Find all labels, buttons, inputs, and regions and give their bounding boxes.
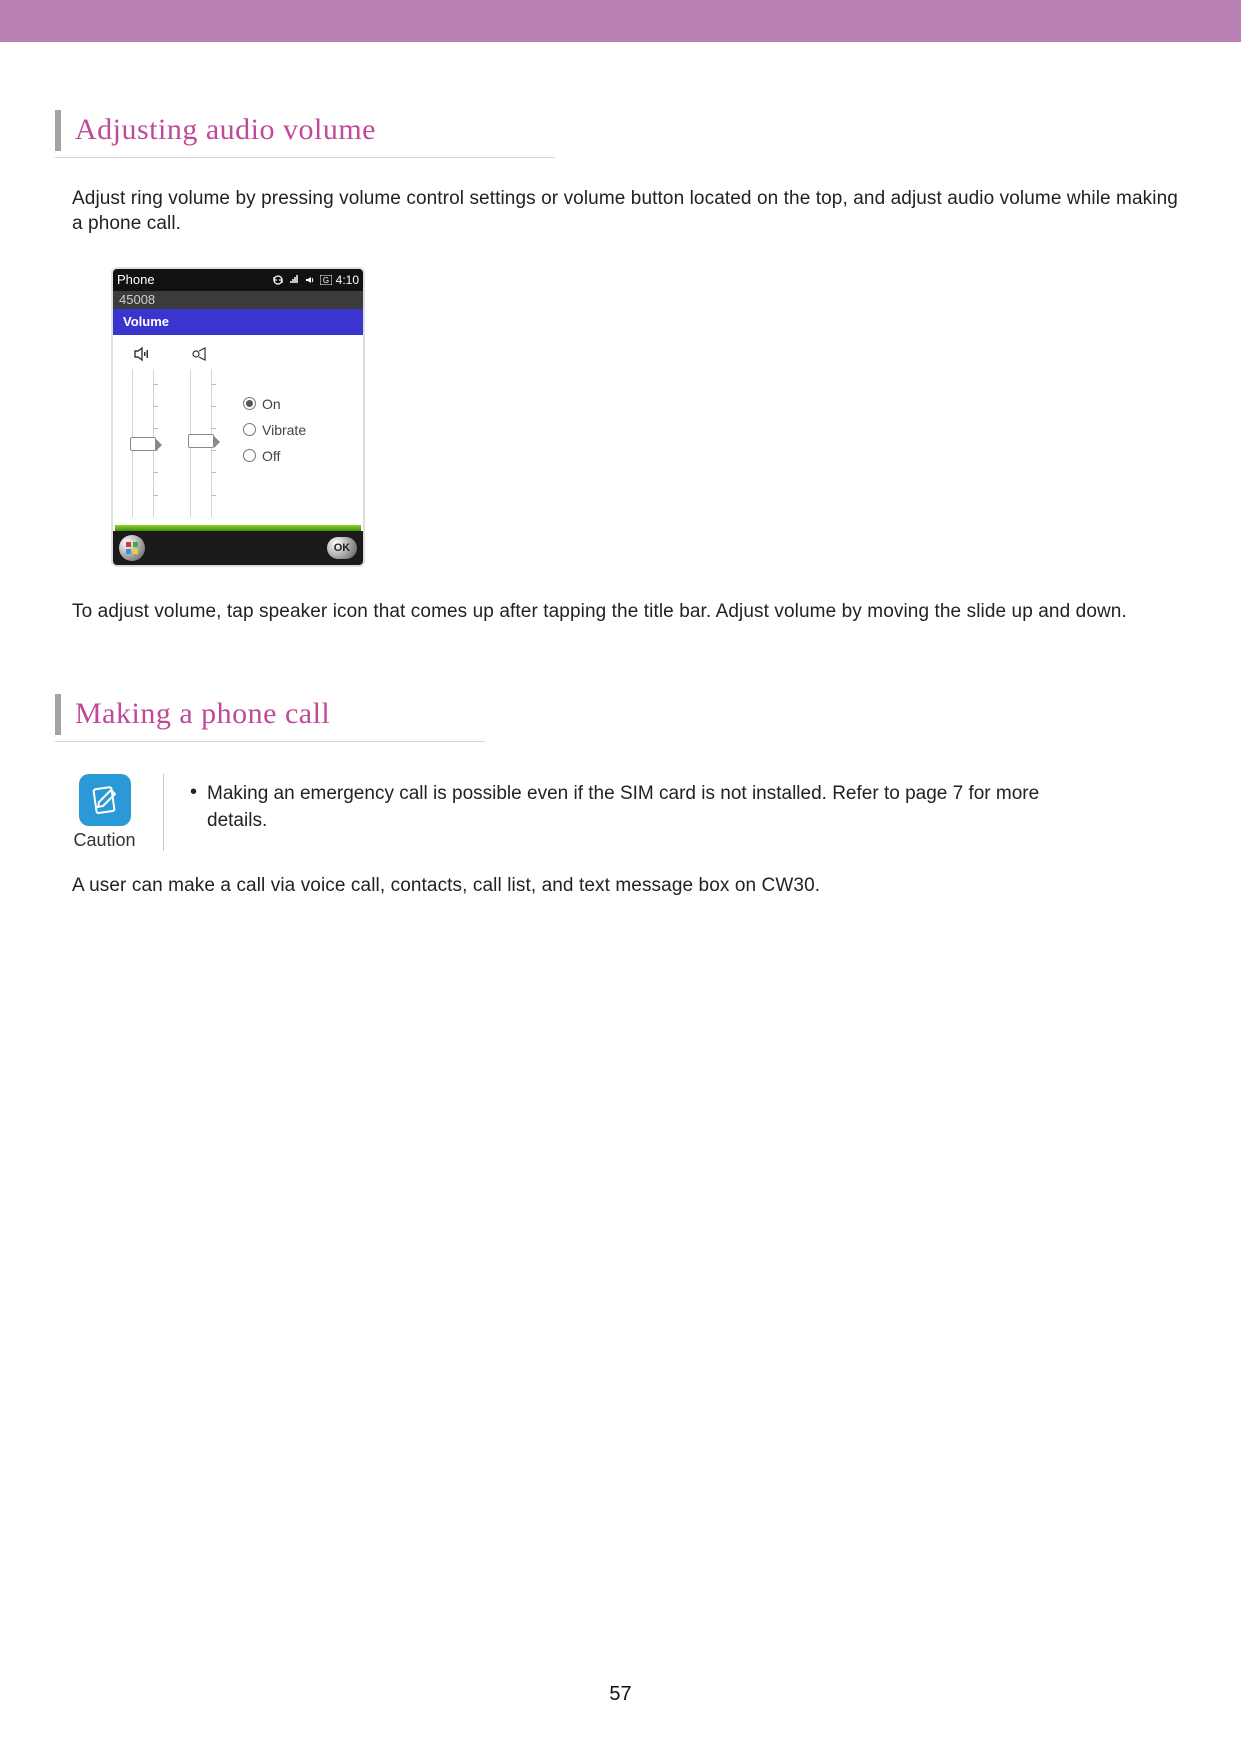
- caution-note-icon: [79, 774, 131, 826]
- radio-dot-icon: [243, 397, 256, 410]
- volume-panel: On Vibrate Off: [113, 335, 363, 525]
- caution-divider: [163, 774, 164, 851]
- windows-key-icon[interactable]: [119, 535, 145, 561]
- section-heading-making-call: Making a phone call: [55, 694, 1181, 735]
- radio-label: Vibrate: [262, 422, 306, 438]
- radio-dot-icon: [243, 449, 256, 462]
- radio-off[interactable]: Off: [243, 448, 357, 464]
- system-volume-slider[interactable]: [132, 369, 154, 517]
- caution-label: Caution: [72, 830, 137, 851]
- system-volume-column: [123, 343, 163, 517]
- radio-vibrate[interactable]: Vibrate: [243, 422, 357, 438]
- phone-bottom-bar: OK: [113, 531, 363, 565]
- paragraph: To adjust volume, tap speaker icon that …: [72, 599, 1181, 625]
- caution-block: Caution • Making an emergency call is po…: [72, 774, 1181, 851]
- heading-underline: [55, 157, 555, 158]
- page-number: 57: [0, 1683, 1241, 1706]
- heading-underline: [55, 741, 485, 742]
- caution-badge: Caution: [72, 774, 137, 851]
- header-bar: [0, 0, 1241, 42]
- status-icons: G: [272, 275, 332, 285]
- phone-number-row: 45008: [113, 291, 363, 309]
- ring-volume-slider[interactable]: [190, 369, 212, 517]
- slider-thumb[interactable]: [188, 434, 214, 448]
- caution-text-content: Making an emergency call is possible eve…: [207, 780, 1090, 835]
- page-content: Adjusting audio volume Adjust ring volum…: [0, 42, 1241, 899]
- phone-titlebar: Phone G 4:10: [113, 269, 363, 291]
- phone-screenshot: Phone G 4:10 45008 Volume: [111, 267, 365, 567]
- phone-subtitle: Volume: [113, 309, 363, 335]
- section-heading-adjusting-volume: Adjusting audio volume: [55, 110, 1181, 151]
- radio-dot-icon: [243, 423, 256, 436]
- caution-text: • Making an emergency call is possible e…: [190, 774, 1090, 835]
- ring-volume-column: [181, 343, 221, 517]
- signal-icon: [288, 275, 300, 285]
- bullet-icon: •: [190, 780, 197, 835]
- network-g-icon: G: [320, 275, 332, 285]
- radio-label: On: [262, 396, 281, 412]
- speaker-icon: [304, 275, 316, 285]
- svg-text:G: G: [323, 276, 329, 285]
- slider-thumb[interactable]: [130, 437, 156, 451]
- radio-label: Off: [262, 448, 280, 464]
- paragraph: A user can make a call via voice call, c…: [72, 873, 1181, 899]
- radio-on[interactable]: On: [243, 396, 357, 412]
- system-speaker-icon: [134, 343, 152, 365]
- ring-mode-radios: On Vibrate Off: [239, 343, 357, 517]
- paragraph: Adjust ring volume by pressing volume co…: [72, 186, 1181, 237]
- phone-clock: 4:10: [336, 273, 359, 287]
- sync-icon: [272, 275, 284, 285]
- ok-button[interactable]: OK: [327, 537, 357, 559]
- ring-speaker-icon: [191, 343, 211, 365]
- phone-title: Phone: [117, 272, 155, 287]
